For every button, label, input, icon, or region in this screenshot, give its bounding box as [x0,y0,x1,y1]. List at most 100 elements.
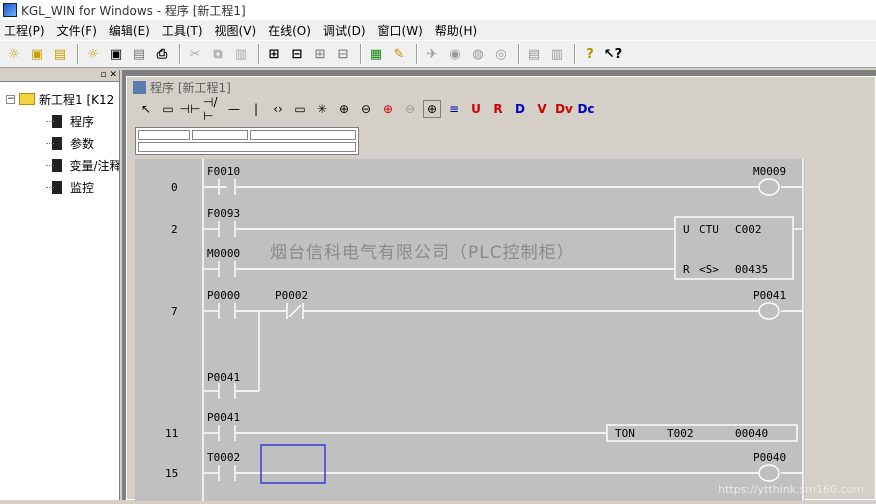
zoom-out-icon[interactable]: ⊖ [357,100,375,118]
open-project-icon[interactable]: ▣ [27,44,47,64]
toolbar-separator [518,44,520,64]
comment-box[interactable] [250,130,356,140]
contact-nc-icon[interactable]: ⊣/⊢ [203,95,221,123]
toolbar-separator [258,44,260,64]
close-icon[interactable]: ▫ ✕ [100,70,117,80]
project-tree-panel: ▫ ✕ − 新工程1 [K12 程序 参数 变量/注释 监控 [0,70,120,500]
tree-item-program[interactable]: 程序 [6,110,119,132]
comment-box[interactable] [192,130,248,140]
menu-window[interactable]: 窗口(W) [378,22,423,39]
coil-label: M0009 [753,165,786,178]
tree-item-label: 程序 [70,114,95,129]
tree-root-label: 新工程1 [K12 [39,92,115,107]
ctu-text: 00435 [735,263,768,276]
zoom-fit-icon[interactable]: ⊕ [423,100,441,118]
save-file-icon[interactable]: ▤ [129,44,149,64]
function-box-icon[interactable]: ▭ [291,100,309,118]
window-title: KGL_WIN for Windows - 程序 [新工程1] [21,3,246,18]
menu-debug[interactable]: 调试(D) [323,22,366,39]
menu-edit[interactable]: 编辑(E) [109,22,150,39]
online-icon[interactable]: ◎ [491,44,511,64]
device-dv-icon[interactable]: Dv [555,100,573,118]
horizontal-line-icon[interactable]: — [225,100,243,118]
run-icon[interactable]: ✈ [422,44,442,64]
ladder-edit-icon[interactable]: ⊟ [287,44,307,64]
toolbar-separator [574,44,576,64]
ctu-text: U [683,223,690,236]
contact-no-icon[interactable]: ⊣⊢ [180,100,201,118]
comment-box[interactable] [138,142,356,152]
ctu-text: R [683,263,690,276]
main-toolbar: ☼ ▣ ▤ ☼ ▣ ▤ ⎙ ✂ ⧉ ▥ ⊞ ⊟ ⊞ ⊟ ▦ ✎ ✈ ◉ ◍ ◎ … [0,40,876,68]
menu-file[interactable]: 文件(F) [57,22,97,39]
vertical-line-icon[interactable]: | [247,100,265,118]
collapse-icon[interactable]: − [6,94,15,104]
comment-box[interactable] [138,130,190,140]
tree-item-params[interactable]: 参数 [6,132,119,154]
special-icon[interactable]: ✳ [313,100,331,118]
device-d-icon[interactable]: D [511,100,529,118]
program-icon [133,80,146,94]
ladder-diagram: 0 2 7 11 15 F0010 F0093 M0000 P0000 P000… [165,159,804,501]
stop-icon[interactable]: ◉ [445,44,465,64]
selection-cursor[interactable] [260,444,326,484]
comment-input-area[interactable] [135,127,359,155]
footer-url: https://ytthink.sm160.com [718,483,864,496]
device-v-icon[interactable]: V [533,100,551,118]
menu-online[interactable]: 在线(O) [268,22,311,39]
align-icon[interactable]: ≡ [445,100,463,118]
open-file-icon[interactable]: ▣ [106,44,126,64]
tree-item-label: 参数 [70,136,95,151]
ladder-view-icon[interactable]: ⊞ [264,44,284,64]
watermark: 烟台信科电气有限公司（PLC控制柜） [270,243,575,263]
save-project-icon[interactable]: ▤ [50,44,70,64]
ladder-insert-icon[interactable]: ⊞ [310,44,330,64]
zoom-in-red-icon[interactable]: ⊕ [379,100,397,118]
menu-help[interactable]: 帮助(H) [435,22,477,39]
ton-text: TON [615,427,635,440]
menu-view[interactable]: 视图(V) [215,22,257,39]
contact-label: P0041 [207,411,240,424]
upload-icon[interactable]: ▤ [524,44,544,64]
paste-icon[interactable]: ▥ [231,44,251,64]
ctu-text: <S> [699,263,719,276]
tree-item-monitor[interactable]: 监控 [6,176,119,198]
cut-icon[interactable]: ✂ [185,44,205,64]
upload-ladder-icon[interactable]: U [467,100,485,118]
folder-icon [19,93,35,105]
ctu-text: C002 [735,223,762,236]
tree-root[interactable]: − 新工程1 [K12 [6,88,119,110]
help-icon[interactable]: ? [580,44,600,64]
plc-icon[interactable]: ▥ [547,44,567,64]
coil-icon[interactable]: ‹› [269,100,287,118]
print-icon[interactable]: ⎙ [152,44,172,64]
menu-tools[interactable]: 工具(T) [162,22,203,39]
toolbar-separator [416,44,418,64]
new-project-icon[interactable]: ☼ [4,44,24,64]
select-arrow-icon[interactable]: ↖ [137,100,155,118]
monitor-icon[interactable]: ◍ [468,44,488,64]
tree-item-variables[interactable]: 变量/注释 [6,154,119,176]
contact-label: P0002 [275,289,308,302]
step-number: 0 [171,181,178,194]
ladder-canvas[interactable]: 0 2 7 11 15 F0010 F0093 M0000 P0000 P000… [135,159,805,501]
zoom-out-grey-icon[interactable]: ⊖ [401,100,419,118]
rectangle-icon[interactable]: ▭ [159,100,177,118]
toolbar-separator [360,44,362,64]
contact-label: P0041 [207,371,240,384]
download-icon[interactable]: ✎ [389,44,409,64]
device-dc-icon[interactable]: Dc [577,100,595,118]
program-window-titlebar[interactable]: 程序 [新工程1] [127,77,875,97]
zoom-in-icon[interactable]: ⊕ [335,100,353,118]
compile-icon[interactable]: ▦ [366,44,386,64]
toolbar-separator [77,44,79,64]
menu-project[interactable]: 工程(P) [4,22,45,39]
ladder-delete-icon[interactable]: ⊟ [333,44,353,64]
new-file-icon[interactable]: ☼ [83,44,103,64]
toolbar-separator [179,44,181,64]
copy-icon[interactable]: ⧉ [208,44,228,64]
ton-text: 00040 [735,427,768,440]
context-help-icon[interactable]: ↖? [603,44,623,64]
read-ladder-icon[interactable]: R [489,100,507,118]
contact-label: F0093 [207,207,240,220]
